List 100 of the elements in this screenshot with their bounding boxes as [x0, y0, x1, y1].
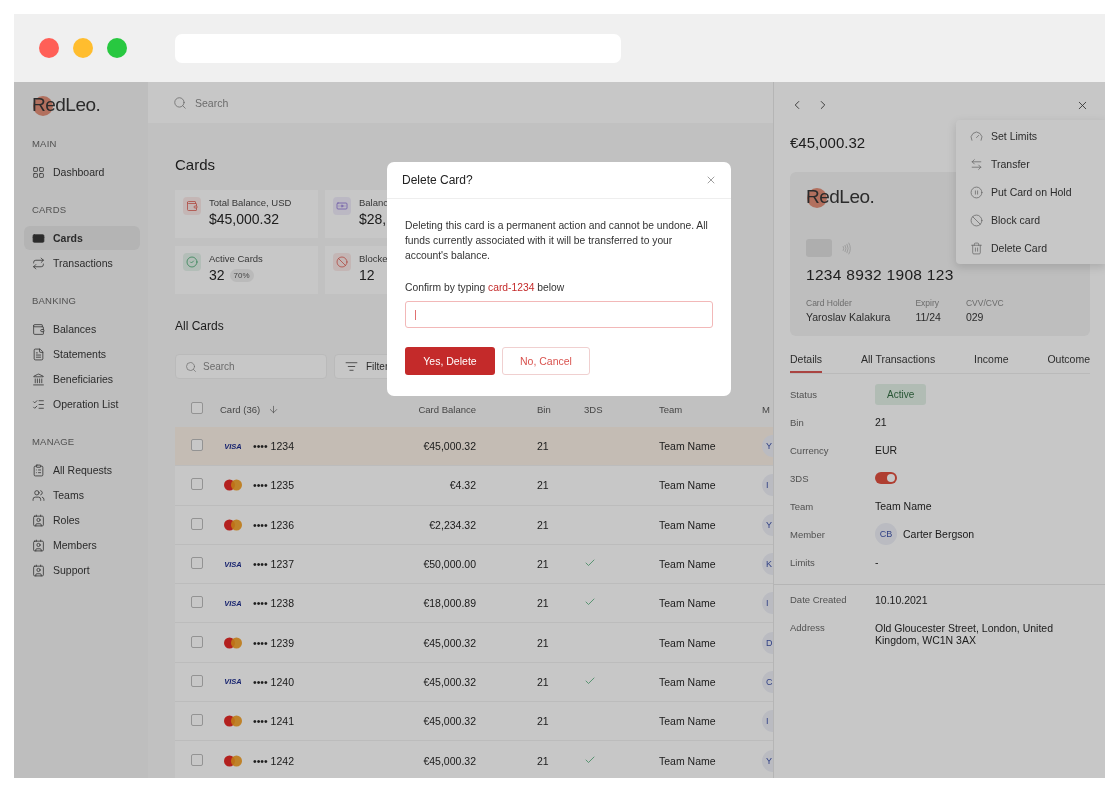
column-header[interactable]: M [762, 403, 773, 415]
stat-label: Total Balance, USD [209, 197, 292, 208]
card-number: •••• 1239 [253, 636, 294, 649]
checkbox[interactable] [191, 402, 203, 414]
table-row[interactable]: •••• 1235 €4.32 21 Team Name I [175, 466, 773, 506]
id-card-icon [32, 538, 45, 552]
nav-item[interactable]: Cards [24, 226, 140, 250]
close-icon [705, 174, 717, 186]
table-cell-text: 21 [536, 675, 550, 688]
stat-value: $28, [359, 211, 387, 227]
checkbox[interactable] [191, 439, 203, 452]
menu-item[interactable]: Set Limits [956, 122, 1105, 150]
tab[interactable]: Outcome [1047, 345, 1090, 373]
table-cell-text: €18,000.89 [422, 597, 476, 610]
detail-value: - [875, 556, 880, 568]
toggle-switch[interactable] [875, 472, 897, 484]
mastercard-logo [222, 518, 244, 531]
nav-item[interactable]: Roles [24, 508, 140, 532]
table-cell-text: 21 [536, 754, 550, 767]
checkbox[interactable] [191, 635, 203, 648]
table-cell-text: 21 [536, 715, 550, 728]
page-title: Cards [175, 155, 216, 175]
arrow-down-icon[interactable] [268, 403, 280, 415]
nav-item[interactable]: Members [24, 533, 140, 557]
nav-item[interactable]: Transactions [24, 251, 140, 275]
nav-item[interactable]: Operation List [24, 392, 140, 416]
mastercard-logo [222, 715, 244, 728]
search-icon [185, 360, 197, 373]
detail-value: Old Gloucester Street, London, United Kingdom, WC1N 3AX [875, 622, 1055, 646]
checkbox[interactable] [191, 557, 203, 570]
close-button[interactable] [705, 174, 717, 186]
ban-icon [336, 256, 348, 268]
menu-item[interactable]: Delete Card [956, 234, 1105, 262]
wallet-icon [186, 200, 198, 212]
table-cell-text: Team Name [659, 479, 717, 492]
table-row[interactable]: •••• 1239 €45,000.32 21 Team Name D [175, 623, 773, 663]
input-field[interactable] [405, 301, 713, 328]
table-cell-text: €50,000.00 [422, 558, 476, 571]
table-cell-text: Team Name [659, 518, 717, 531]
table-row[interactable]: •••• 1241 €45,000.32 21 Team Name I [175, 702, 773, 742]
column-header[interactable]: Card (36) [220, 403, 261, 415]
detail-value: EUR [875, 444, 899, 456]
menu-item[interactable]: Transfer [956, 150, 1105, 178]
tab[interactable]: Income [974, 345, 1009, 373]
confirm-button[interactable]: Yes, Delete [405, 347, 495, 375]
checkbox[interactable] [191, 517, 203, 530]
id-card-icon [32, 563, 45, 577]
table-row[interactable]: •••• 1236 €2,234.32 21 Team Name Y [175, 505, 773, 545]
menu-item[interactable]: Put Card on Hold [956, 178, 1105, 206]
column-header[interactable]: Team [659, 403, 762, 415]
checkbox[interactable] [191, 753, 203, 766]
checkbox[interactable] [191, 596, 203, 609]
tab[interactable]: All Transactions [861, 345, 936, 373]
checkbox[interactable] [191, 714, 203, 727]
trash-icon [970, 241, 983, 255]
card-number: •••• 1242 [253, 754, 294, 767]
cancel-button[interactable]: No, Cancel [502, 347, 590, 375]
stat-value: 12 [359, 267, 375, 283]
nav-item[interactable]: Balances [24, 317, 140, 341]
window-dot[interactable] [107, 38, 127, 58]
stat-label: Balanc [359, 197, 389, 208]
table-cell-text: 21 [536, 518, 550, 531]
list-icon [32, 397, 45, 411]
column-header[interactable]: Bin [476, 403, 584, 415]
card-number: •••• 1237 [253, 558, 294, 571]
document-icon [32, 347, 45, 361]
table-row[interactable]: •••• 1242 €45,000.32 21 Team Name Y [175, 741, 773, 778]
checkbox[interactable] [191, 478, 203, 491]
column-header[interactable]: Card Balance [387, 403, 476, 415]
card-number: 1234 8932 1908 123 [806, 266, 955, 284]
menu-item[interactable]: Block card [956, 206, 1105, 234]
table-cell-text: €45,000.32 [422, 715, 476, 728]
table-cell-text: €45,000.32 [422, 675, 476, 688]
table-cell-text: €4.32 [448, 479, 476, 492]
credit-card-icon [32, 231, 45, 245]
nav-item[interactable]: Statements [24, 342, 140, 366]
nav-item[interactable]: Teams [24, 483, 140, 507]
detail-label: Limits [790, 556, 816, 568]
nav-item[interactable]: All Requests [24, 458, 140, 482]
card-number: •••• 1236 [253, 518, 294, 531]
nav-item[interactable]: Beneficiaries [24, 367, 140, 391]
window-dot[interactable] [39, 38, 59, 58]
detail-label: Currency [790, 444, 830, 456]
search-icon [173, 95, 187, 110]
mastercard-logo [222, 479, 244, 492]
card-number: •••• 1241 [253, 715, 294, 728]
detail-label: Address [790, 622, 826, 633]
nav-item[interactable]: Dashboard [24, 160, 140, 184]
wallet-icon [32, 322, 45, 336]
tab[interactable]: Details [790, 345, 823, 373]
card-number: •••• 1240 [253, 675, 294, 688]
window-dot[interactable] [73, 38, 93, 58]
section-title: MAIN [32, 138, 58, 149]
card-balance: €45,000.32 [790, 134, 866, 153]
card-number: •••• 1234 [253, 440, 294, 453]
stat-label: Active Cards [209, 253, 263, 264]
nav-item[interactable]: Support [24, 558, 140, 582]
column-header[interactable]: 3DS [584, 403, 659, 415]
section-title: CARDS [32, 204, 68, 215]
checkbox[interactable] [191, 674, 203, 687]
